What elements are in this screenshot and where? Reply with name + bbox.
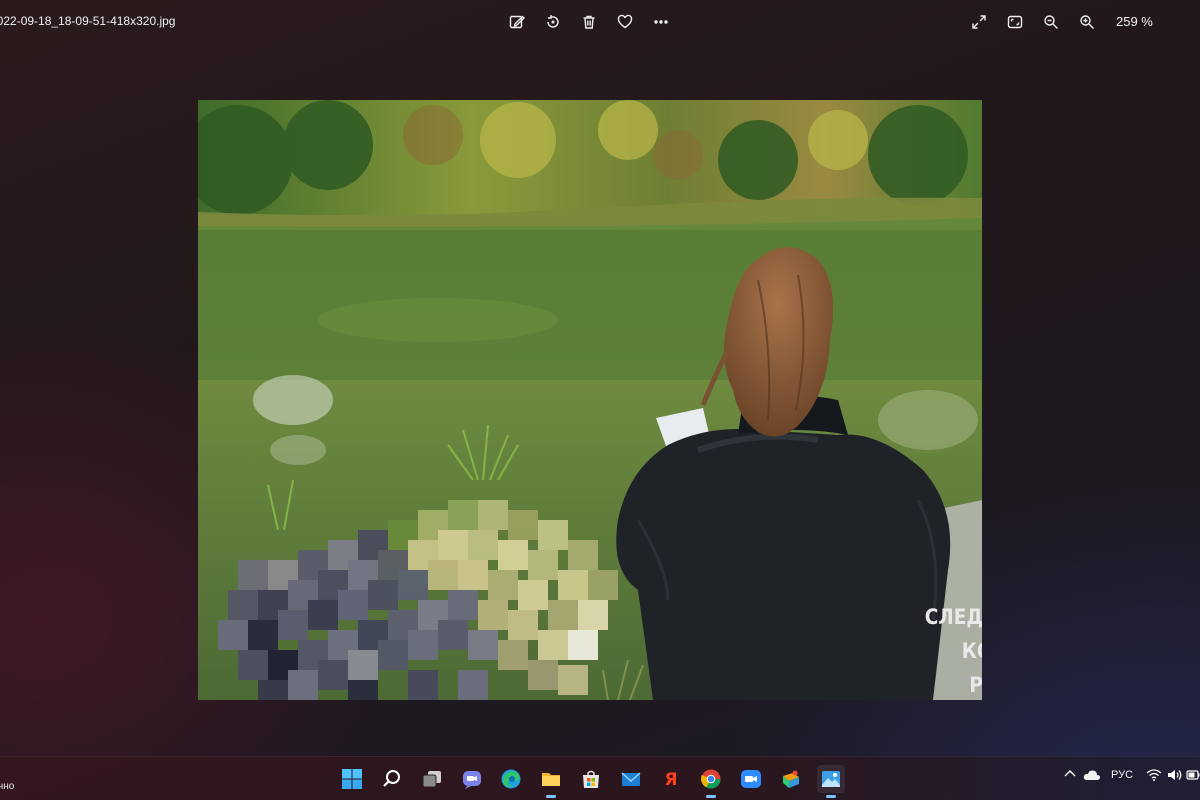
file-name: 2022-09-18_18-09-51-418x320.jpg xyxy=(0,14,176,28)
fit-to-window-button[interactable] xyxy=(1003,10,1027,34)
chat-button[interactable] xyxy=(458,765,486,793)
cloud-icon xyxy=(1083,770,1101,780)
running-indicator xyxy=(826,795,836,798)
folder-icon xyxy=(542,773,560,786)
heart-icon xyxy=(617,14,633,29)
battery-icon xyxy=(1186,770,1200,780)
mail-icon xyxy=(621,772,641,786)
store-icon xyxy=(583,770,599,788)
task-view-icon xyxy=(422,771,441,788)
running-indicator xyxy=(706,795,716,798)
edge-app[interactable] xyxy=(497,765,525,793)
zoom-in-icon xyxy=(1080,15,1094,29)
onedrive-button[interactable] xyxy=(1082,769,1102,781)
show-hidden-icons-button[interactable] xyxy=(1062,769,1078,777)
file-explorer-app[interactable] xyxy=(537,765,565,798)
jacket-text-line-3: РОССИИ xyxy=(969,673,982,697)
widget-text[interactable]: чно xyxy=(0,781,14,792)
jacket-text-line-1: СЛЕДСТВЕННЫЙ xyxy=(924,605,982,629)
chrome-icon xyxy=(701,769,721,789)
start-button[interactable] xyxy=(338,765,366,793)
windows-logo-icon xyxy=(342,769,362,789)
delete-button[interactable] xyxy=(577,10,601,34)
photo-image[interactable]: СЛЕДСТВЕННЫЙ КОМИТЕТ РОССИИ xyxy=(198,100,982,700)
jacket-lettering: СЛЕДСТВЕННЫЙ КОМИТЕТ РОССИИ xyxy=(916,600,982,700)
wifi-icon xyxy=(1146,769,1162,781)
photo-viewer-window: { "window": { "filename": "2022-09-18_18… xyxy=(0,0,1200,800)
favorite-button[interactable] xyxy=(613,10,637,34)
zoom-camera-icon xyxy=(741,770,761,788)
fit-icon xyxy=(1007,15,1023,29)
battery-button[interactable] xyxy=(1186,769,1200,781)
task-view-button[interactable] xyxy=(418,765,446,793)
rotate-button[interactable] xyxy=(541,10,565,34)
yandex-icon: Я xyxy=(664,770,677,790)
photos-app[interactable] xyxy=(817,765,845,798)
fullscreen-button[interactable] xyxy=(967,10,991,34)
more-options-button[interactable] xyxy=(649,10,673,34)
trash-icon xyxy=(583,15,595,29)
teams-chat-icon xyxy=(463,771,481,789)
photos-icon xyxy=(822,771,840,787)
volume-button[interactable] xyxy=(1166,769,1184,781)
search-button[interactable] xyxy=(378,765,406,793)
network-button[interactable] xyxy=(1144,769,1164,781)
search-icon xyxy=(383,770,400,787)
edit-image-button[interactable] xyxy=(505,10,529,34)
mail-app[interactable] xyxy=(617,765,645,793)
paint-icon xyxy=(783,770,799,788)
yandex-browser-app[interactable]: Я xyxy=(657,765,685,793)
zoom-level[interactable]: 259 % xyxy=(1116,14,1153,29)
chevron-up-icon xyxy=(1064,770,1076,777)
zoom-out-button[interactable] xyxy=(1039,10,1063,34)
zoom-out-icon xyxy=(1044,15,1058,29)
speaker-icon xyxy=(1168,770,1182,780)
zoom-in-button[interactable] xyxy=(1075,10,1099,34)
river-scene xyxy=(198,100,982,700)
running-indicator xyxy=(546,795,556,798)
taskbar: чно Я РУС xyxy=(0,756,1200,800)
rotate-icon xyxy=(547,15,559,28)
svg-text:Я: Я xyxy=(664,770,677,790)
paint-app[interactable] xyxy=(777,765,805,793)
ellipsis-icon xyxy=(654,20,668,24)
zoom-app[interactable] xyxy=(737,765,765,793)
expand-icon xyxy=(972,15,986,29)
jacket-text-line-2: КОМИТЕТ xyxy=(961,639,982,663)
edit-image-icon xyxy=(509,15,525,29)
edge-browser-icon xyxy=(501,769,521,789)
microsoft-store-app[interactable] xyxy=(577,765,605,793)
title-toolbar: 2022-09-18_18-09-51-418x320.jpg 259 % xyxy=(0,0,1200,44)
chrome-app[interactable] xyxy=(697,765,725,798)
input-language-indicator[interactable]: РУС xyxy=(1108,769,1136,781)
